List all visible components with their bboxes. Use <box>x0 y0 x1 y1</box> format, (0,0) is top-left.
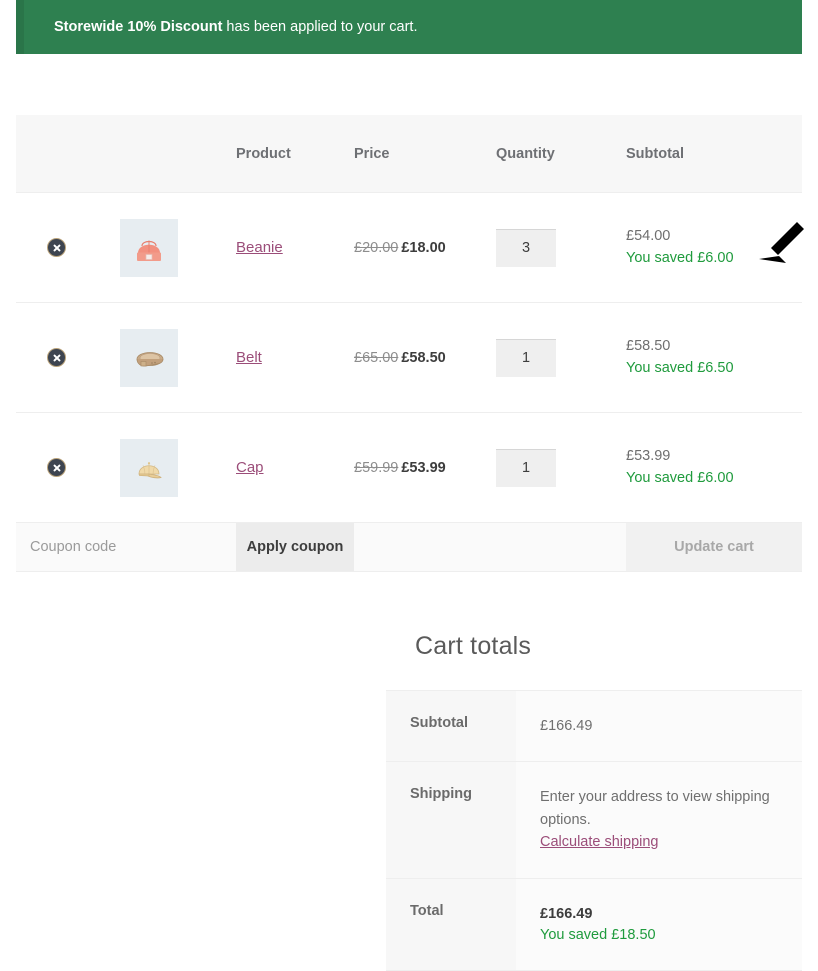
cart-item-row: Cap £59.99 £53.99 1 £53.99 You saved £6.0… <box>16 412 802 523</box>
notice-accent-bar <box>16 0 24 54</box>
cart-item-row: Belt £65.00 £58.50 1 £58.50 You saved £6.… <box>16 302 802 413</box>
cell-thumbnail <box>120 412 236 523</box>
notice-message: Storewide 10% Discount has been applied … <box>24 17 417 37</box>
cell-subtotal: £58.50 You saved £6.50 <box>626 302 802 413</box>
total-saved-amount: You saved £18.50 <box>540 927 656 944</box>
subtotal-amount: £53.99 <box>626 448 671 465</box>
update-cart-button[interactable]: Update cart <box>626 523 802 571</box>
cell-subtotal: £54.00 You saved £6.00 <box>626 192 802 303</box>
remove-item-icon[interactable] <box>47 458 66 477</box>
cart-totals-title: Cart totals <box>415 632 532 660</box>
product-link-beanie[interactable]: Beanie <box>236 239 283 256</box>
notice-message-rest: has been applied to your cart. <box>222 18 418 35</box>
totals-label-subtotal: Subtotal <box>386 689 516 763</box>
quantity-input[interactable]: 1 <box>496 448 556 487</box>
quantity-input[interactable]: 1 <box>496 338 556 377</box>
price-original: £65.00 <box>354 349 399 366</box>
header-quantity: Quantity <box>496 115 626 193</box>
totals-row-subtotal: Subtotal £166.49 <box>386 689 802 763</box>
product-link-cap[interactable]: Cap <box>236 459 264 476</box>
cell-quantity: 1 <box>496 412 626 523</box>
cell-remove <box>16 412 120 523</box>
cell-actions-spacer <box>354 522 626 572</box>
belt-thumbnail[interactable] <box>120 328 178 387</box>
price-discounted: £18.00 <box>401 239 446 256</box>
cell-quantity: 3 <box>496 192 626 303</box>
beanie-thumbnail[interactable] <box>120 218 178 277</box>
header-product: Product <box>236 115 354 193</box>
header-subtotal: Subtotal <box>626 115 802 193</box>
cart-table: Product Price Quantity Subtotal Beanie £… <box>16 115 802 572</box>
totals-label-total: Total <box>386 878 516 971</box>
quantity-input[interactable]: 3 <box>496 228 556 267</box>
price-discounted: £58.50 <box>401 349 446 366</box>
shipping-message: Enter your address to view shipping opti… <box>540 789 770 828</box>
cell-price: £20.00 £18.00 <box>354 192 496 303</box>
discount-notice: Storewide 10% Discount has been applied … <box>16 0 802 54</box>
cell-apply-coupon: Apply coupon <box>236 522 354 572</box>
saved-amount: You saved £6.50 <box>626 359 734 376</box>
cart-item-row: Beanie £20.00 £18.00 3 £54.00 You saved £… <box>16 192 802 303</box>
totals-row-total: Total £166.49 You saved £18.50 <box>386 878 802 971</box>
total-amount: £166.49 <box>540 905 593 922</box>
calculate-shipping-link[interactable]: Calculate shipping <box>540 834 659 850</box>
cell-update-cart: Update cart <box>626 522 802 572</box>
subtotal-amount: £54.00 <box>626 228 671 245</box>
cell-product-name: Belt <box>236 302 354 413</box>
cap-thumbnail[interactable] <box>120 438 178 497</box>
subtotal-amount: £58.50 <box>626 338 671 355</box>
cart-totals-section: Cart totals Subtotal £166.49 Shipping En… <box>386 632 802 971</box>
coupon-code-input[interactable] <box>16 523 236 571</box>
cell-quantity: 1 <box>496 302 626 413</box>
cell-coupon-input <box>16 522 236 572</box>
cell-product-name: Cap <box>236 412 354 523</box>
cell-product-name: Beanie <box>236 192 354 303</box>
totals-label-shipping: Shipping <box>386 761 516 879</box>
remove-item-icon[interactable] <box>47 348 66 367</box>
totals-row-shipping: Shipping Enter your address to view ship… <box>386 761 802 879</box>
cell-thumbnail <box>120 302 236 413</box>
totals-value-shipping: Enter your address to view shipping opti… <box>516 761 802 879</box>
notice-coupon-name: Storewide 10% Discount <box>54 18 223 35</box>
header-thumbnail <box>120 115 236 193</box>
saved-amount: You saved £6.00 <box>626 249 734 266</box>
product-link-belt[interactable]: Belt <box>236 349 262 366</box>
cart-totals-table: Subtotal £166.49 Shipping Enter your add… <box>386 689 802 971</box>
price-original: £20.00 <box>354 239 399 256</box>
cell-subtotal: £53.99 You saved £6.00 <box>626 412 802 523</box>
cell-price: £65.00 £58.50 <box>354 302 496 413</box>
price-original: £59.99 <box>354 459 399 476</box>
cart-table-header-row: Product Price Quantity Subtotal <box>16 115 802 193</box>
cell-thumbnail <box>120 192 236 303</box>
totals-value-subtotal: £166.49 <box>516 689 802 763</box>
totals-value-total: £166.49 You saved £18.50 <box>516 878 802 971</box>
header-remove <box>16 115 120 193</box>
cell-price: £59.99 £53.99 <box>354 412 496 523</box>
cart-actions-row: Apply coupon Update cart <box>16 522 802 572</box>
saved-amount: You saved £6.00 <box>626 469 734 486</box>
price-discounted: £53.99 <box>401 459 446 476</box>
cell-remove <box>16 302 120 413</box>
cell-remove <box>16 192 120 303</box>
header-price: Price <box>354 115 496 193</box>
remove-item-icon[interactable] <box>47 238 66 257</box>
apply-coupon-button[interactable]: Apply coupon <box>236 523 354 571</box>
